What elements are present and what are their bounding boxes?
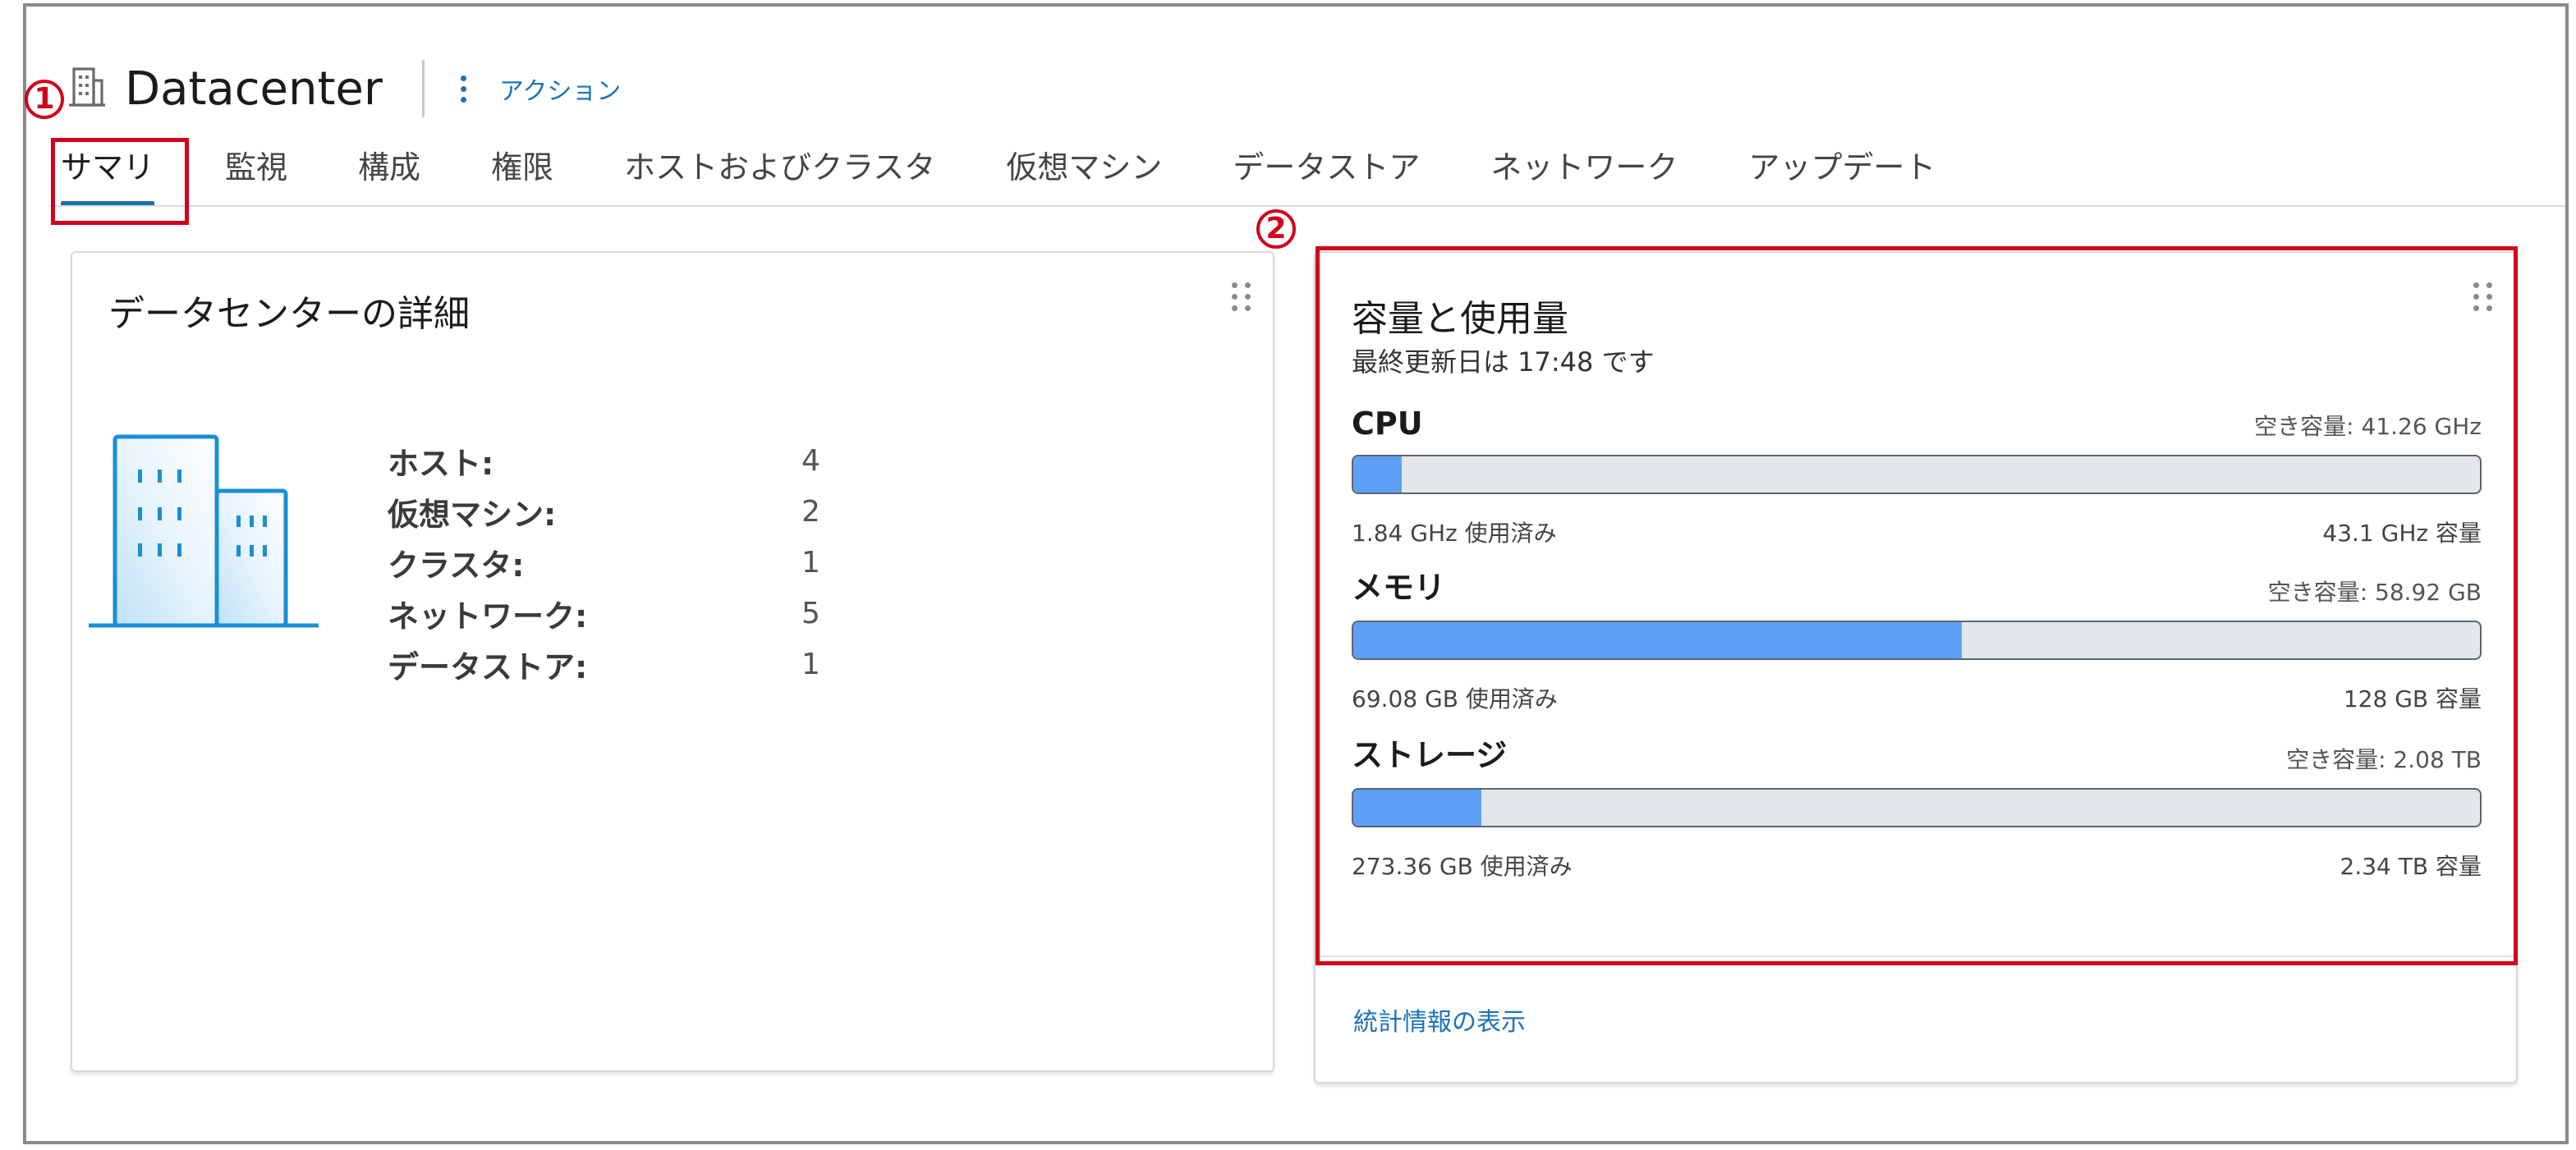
- detail-row-vms: 仮想マシン: 2: [388, 486, 820, 537]
- detail-row-hosts: ホスト: 4: [388, 435, 820, 486]
- tab-updates[interactable]: アップデート: [1748, 142, 1935, 207]
- actions-label: アクション: [498, 77, 622, 106]
- datacenter-details-card: データセンターの詳細 ホスト: 4 仮想マシン: 2 クラスタ: 1 ネットワー…: [71, 251, 1274, 1072]
- tab-datastores[interactable]: データストア: [1233, 142, 1420, 207]
- annotation-box-capacity: [1316, 246, 2518, 965]
- datacenter-icon: [69, 67, 105, 107]
- detail-label: ホスト:: [388, 445, 494, 482]
- actions-menu-button[interactable]: アクション: [460, 71, 622, 107]
- tab-vms[interactable]: 仮想マシン: [1006, 142, 1162, 207]
- annotation-marker-2: 2: [1256, 208, 1296, 249]
- detail-value: 1: [801, 545, 820, 580]
- page-header: Datacenter アクション: [67, 56, 621, 121]
- detail-label: ネットワーク:: [388, 598, 588, 635]
- tab-bar: サマリ 監視 構成 権限 ホストおよびクラスタ 仮想マシン データストア ネット…: [61, 141, 2006, 207]
- view-stats-link[interactable]: 統計情報の表示: [1353, 1001, 1526, 1038]
- buildings-illustration-icon: [89, 434, 319, 628]
- detail-value: 4: [801, 443, 820, 478]
- details-card-title: データセンターの詳細: [108, 293, 470, 335]
- detail-value: 2: [801, 494, 820, 529]
- tab-monitor[interactable]: 監視: [225, 142, 287, 207]
- detail-value: 5: [801, 596, 820, 630]
- detail-label: クラスタ:: [388, 547, 525, 584]
- tab-permissions[interactable]: 権限: [491, 142, 553, 207]
- details-list: ホスト: 4 仮想マシン: 2 クラスタ: 1 ネットワーク: 5 データストア…: [388, 435, 820, 690]
- kebab-icon: [460, 75, 466, 103]
- annotation-box-summary-tab: [51, 138, 189, 225]
- detail-label: 仮想マシン:: [388, 496, 557, 533]
- detail-row-clusters: クラスタ: 1: [388, 537, 820, 588]
- tab-configure[interactable]: 構成: [358, 142, 420, 207]
- annotation-marker-1: 1: [25, 79, 64, 119]
- page-title: Datacenter: [125, 62, 383, 116]
- detail-label: データストア:: [388, 648, 588, 685]
- detail-value: 1: [801, 647, 820, 681]
- detail-row-networks: ネットワーク: 5: [388, 588, 820, 639]
- drag-handle-icon[interactable]: [1232, 282, 1251, 311]
- tab-divider: [49, 205, 2565, 207]
- header-divider: [421, 60, 425, 117]
- detail-row-datastores: データストア: 1: [388, 639, 820, 690]
- tab-hosts-clusters[interactable]: ホストおよびクラスタ: [624, 142, 935, 207]
- tab-networks[interactable]: ネットワーク: [1490, 142, 1678, 207]
